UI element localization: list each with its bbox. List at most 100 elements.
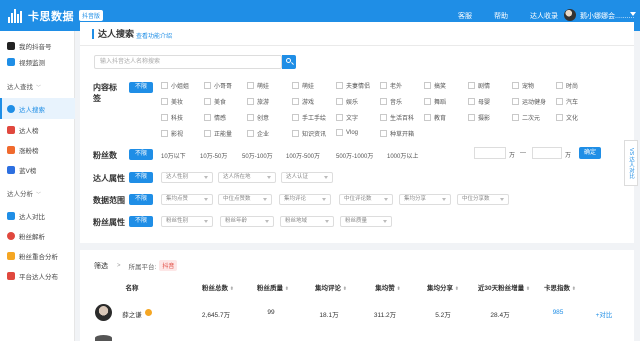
checkbox-icon[interactable] <box>380 98 387 105</box>
checkbox-icon[interactable] <box>424 114 431 121</box>
col-quality[interactable]: 粉丝质量 ⬍ <box>257 282 289 292</box>
fans-max-input[interactable] <box>532 147 562 159</box>
content-tag-checkbox[interactable]: 汽车 <box>556 97 578 106</box>
search-input[interactable]: 输入抖音达人名称搜索 <box>94 55 282 69</box>
sidebar-item-kol-compare[interactable]: 达人对比 <box>0 205 75 226</box>
checkbox-icon[interactable] <box>468 114 475 121</box>
kol-name[interactable]: 薛之谦 <box>122 309 142 319</box>
checkbox-icon[interactable] <box>380 114 387 121</box>
content-tag-checkbox[interactable]: 老外 <box>380 81 402 90</box>
fans-min-input[interactable] <box>474 147 506 159</box>
fans-option[interactable]: 100万-500万 <box>286 151 320 160</box>
content-all-button[interactable]: 不限 <box>129 82 153 93</box>
sidebar-group-kol-find[interactable]: 达人查找 ﹀ <box>7 81 41 91</box>
checkbox-icon[interactable] <box>380 130 387 137</box>
content-tag-checkbox[interactable]: 企业 <box>247 129 269 138</box>
fans-attr-all-button[interactable]: 不限 <box>129 216 153 227</box>
content-tag-checkbox[interactable]: 美食 <box>204 97 226 106</box>
content-tag-checkbox[interactable]: 摄影 <box>468 113 490 122</box>
content-tag-checkbox[interactable]: 萌娃 <box>292 81 314 90</box>
content-tag-checkbox[interactable]: 情感 <box>204 113 226 122</box>
checkbox-icon[interactable] <box>247 130 254 137</box>
content-tag-checkbox[interactable]: 生活百科 <box>380 113 414 122</box>
col-fans[interactable]: 粉丝总数 ⬍ <box>202 282 234 292</box>
fans-age-select[interactable]: 粉丝年龄 <box>220 216 274 227</box>
content-tag-checkbox[interactable]: 舞蹈 <box>424 97 446 106</box>
platform-tag[interactable]: 抖音 <box>159 260 178 271</box>
content-tag-checkbox[interactable]: 旅游 <box>247 97 269 106</box>
median-shares-select[interactable]: 中位分享数 <box>457 194 509 205</box>
nav-customer-service[interactable]: 客服 <box>458 11 472 21</box>
avg-shares-select[interactable]: 集均分享 <box>399 194 451 205</box>
fans-option[interactable]: 500万-1000万 <box>336 151 373 160</box>
avg-comments-select[interactable]: 集均评论 <box>279 194 331 205</box>
content-tag-checkbox[interactable]: 文字 <box>336 113 358 122</box>
col-shares[interactable]: 集均分享 ⬍ <box>427 282 459 292</box>
content-tag-checkbox[interactable]: 萌娃 <box>247 81 269 90</box>
content-tag-checkbox[interactable]: 二次元 <box>512 113 540 122</box>
checkbox-icon[interactable] <box>336 82 343 89</box>
checkbox-icon[interactable] <box>512 82 519 89</box>
col-growth[interactable]: 近30天粉丝增量 ⬍ <box>478 282 530 292</box>
nav-help[interactable]: 帮助 <box>494 11 508 21</box>
add-compare-button[interactable]: +对比 <box>596 309 613 319</box>
content-tag-checkbox[interactable]: 母婴 <box>468 97 490 106</box>
sidebar-item-kol-rank[interactable]: 达人榜 <box>0 119 75 140</box>
fans-quality-select[interactable]: 粉丝质量 <box>340 216 392 227</box>
chevron-down-icon[interactable] <box>630 12 636 16</box>
content-tag-checkbox[interactable]: 美妆 <box>161 97 183 106</box>
kol-gender-select[interactable]: 达人性别 <box>161 172 213 183</box>
content-tag-checkbox[interactable]: 正能量 <box>204 129 232 138</box>
attr-all-button[interactable]: 不限 <box>129 172 153 183</box>
median-likes-select[interactable]: 中位点赞数 <box>218 194 272 205</box>
checkbox-icon[interactable] <box>204 98 211 105</box>
checkbox-icon[interactable] <box>292 130 299 137</box>
fans-gender-select[interactable]: 粉丝性别 <box>161 216 213 227</box>
user-avatar[interactable] <box>564 9 576 21</box>
checkbox-icon[interactable] <box>336 114 343 121</box>
kol-location-select[interactable]: 达人所在地 <box>218 172 276 183</box>
fans-option[interactable]: 10万-50万 <box>200 151 227 160</box>
sidebar-group-kol-analysis[interactable]: 达人分析 ﹀ <box>7 188 41 198</box>
checkbox-icon[interactable] <box>512 114 519 121</box>
checkbox-icon[interactable] <box>204 130 211 137</box>
col-likes[interactable]: 集均赞 ⬍ <box>375 282 401 292</box>
sidebar-item-kol-search[interactable]: 达人搜索 <box>0 98 75 119</box>
checkbox-icon[interactable] <box>161 82 168 89</box>
content-tag-checkbox[interactable]: 剧情 <box>468 81 490 90</box>
content-tag-checkbox[interactable]: 影视 <box>161 129 183 138</box>
content-tag-checkbox[interactable]: 搞笑 <box>424 81 446 90</box>
table-row[interactable]: 薛之谦 2,645.7万 99 18.1万 311.2万 5.2万 28.4万 … <box>80 301 634 325</box>
sidebar-item-platform-distribution[interactable]: 平台达人分布 <box>0 265 75 286</box>
fans-confirm-button[interactable]: 确定 <box>579 147 601 159</box>
checkbox-icon[interactable] <box>161 130 168 137</box>
median-comments-select[interactable]: 中位评论数 <box>339 194 393 205</box>
checkbox-icon[interactable] <box>336 98 343 105</box>
feature-intro-link[interactable]: 查看功能介绍 <box>136 31 172 40</box>
fans-option[interactable]: 10万以下 <box>161 151 186 160</box>
content-tag-checkbox[interactable]: 音乐 <box>380 97 402 106</box>
fans-all-button[interactable]: 不限 <box>129 149 153 160</box>
fans-region-select[interactable]: 粉丝地域 <box>280 216 334 227</box>
index-value[interactable]: 985 <box>553 309 564 316</box>
content-tag-checkbox[interactable]: 小姐姐 <box>161 81 189 90</box>
col-comments[interactable]: 集均评论 ⬍ <box>315 282 347 292</box>
checkbox-icon[interactable] <box>336 129 343 136</box>
compare-side-tab[interactable]: VS 达人对比 <box>624 140 638 186</box>
sidebar-item-fans-analysis[interactable]: 粉丝解析 <box>0 225 75 246</box>
checkbox-icon[interactable] <box>424 82 431 89</box>
checkbox-icon[interactable] <box>556 114 563 121</box>
checkbox-icon[interactable] <box>161 98 168 105</box>
sidebar-item-video-monitor[interactable]: 视频监测 <box>0 51 75 72</box>
avatar[interactable] <box>95 304 112 321</box>
checkbox-icon[interactable] <box>556 82 563 89</box>
checkbox-icon[interactable] <box>247 82 254 89</box>
checkbox-icon[interactable] <box>292 82 299 89</box>
content-tag-checkbox[interactable]: 种草开箱 <box>380 129 414 138</box>
kol-verify-select[interactable]: 达人认证 <box>281 172 333 183</box>
fans-option[interactable]: 1000万以上 <box>387 151 418 160</box>
nav-kol-submit[interactable]: 达人收录 <box>530 11 558 21</box>
content-tag-checkbox[interactable]: 游戏 <box>292 97 314 106</box>
fans-option[interactable]: 50万-100万 <box>242 151 273 160</box>
content-tag-checkbox[interactable]: 运动健身 <box>512 97 546 106</box>
